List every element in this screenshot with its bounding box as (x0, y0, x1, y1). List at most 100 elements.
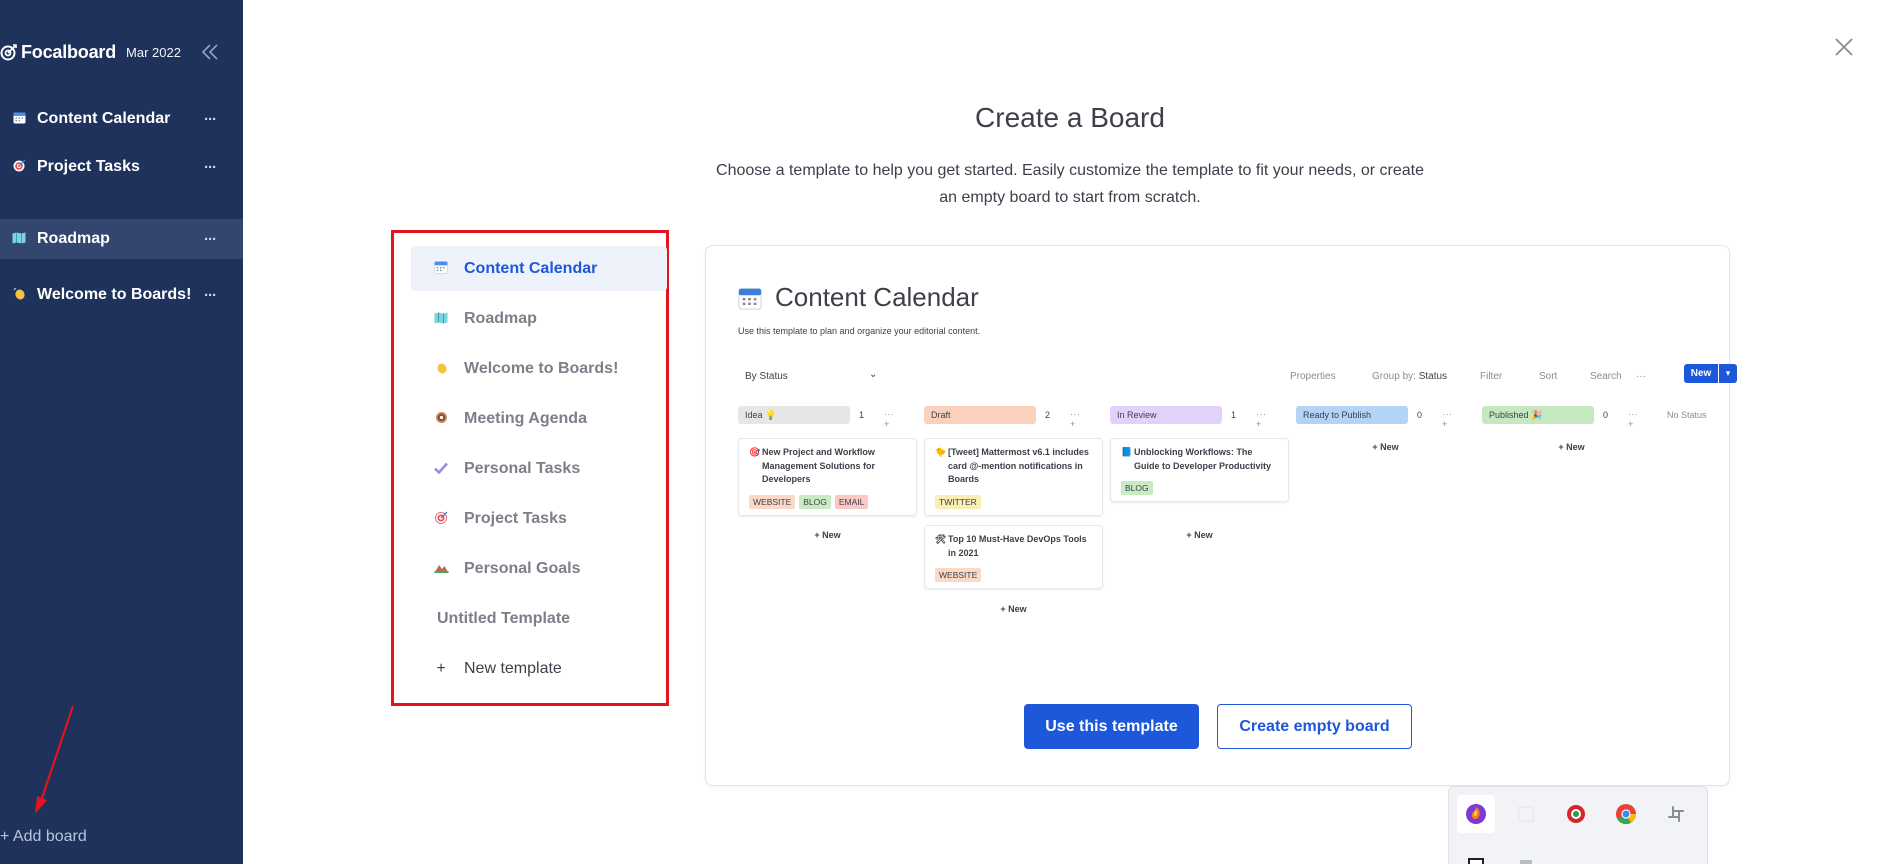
template-item-roadmap[interactable]: Roadmap (411, 296, 667, 341)
column-options-icon[interactable]: ··· + (1070, 409, 1081, 429)
template-label: Personal Tasks (464, 459, 581, 477)
chrome-icon[interactable] (1607, 795, 1645, 833)
properties-button[interactable]: Properties (1290, 371, 1336, 382)
plus-icon: + (436, 659, 446, 677)
tag: TWITTER (935, 494, 981, 509)
column-options-icon[interactable]: ··· + (1628, 409, 1639, 429)
board-card[interactable]: 📘 Unblocking Workflows: The Guide to Deve… (1110, 438, 1289, 502)
card-tags: WEBSITE BLOG EMAIL (749, 494, 908, 509)
firefox-icon[interactable] (1457, 795, 1495, 833)
column-options-icon[interactable]: ··· + (1256, 409, 1267, 429)
slack-icon[interactable] (1657, 795, 1695, 833)
add-card-button[interactable]: + New (1296, 442, 1475, 452)
mountain-icon (432, 561, 450, 577)
calendar-icon (432, 260, 450, 277)
template-item-project-tasks[interactable]: Project Tasks (411, 496, 667, 541)
board-card[interactable]: 🐤 [Tweet] Mattermost v6.1 includes card @… (924, 438, 1103, 516)
blank-icon[interactable] (1507, 795, 1545, 833)
tag: EMAIL (834, 494, 869, 509)
board-card[interactable]: 🎯 New Project and Workflow Management Sol… (738, 438, 917, 516)
template-item-content-calendar[interactable]: Content Calendar (411, 246, 667, 291)
app-version: Mar 2022 (126, 44, 181, 60)
column-count: 1 (1231, 410, 1237, 420)
notion-icon[interactable] (1457, 847, 1495, 864)
sort-button[interactable]: Sort (1539, 371, 1557, 382)
filter-button[interactable]: Filter (1480, 371, 1502, 382)
column-label[interactable]: Idea 💡 (738, 406, 850, 424)
view-selector[interactable]: By Status (745, 371, 788, 382)
preview-description: Use this template to plan and organize y… (738, 326, 981, 336)
chevron-down-icon[interactable]: ⌄ (869, 369, 877, 380)
preview-title: Content Calendar (775, 282, 979, 312)
taskbar-tray-popup (1448, 786, 1708, 864)
card-title: Unblocking Workflows: The Guide to Devel… (1134, 447, 1272, 471)
column-label[interactable]: Ready to Publish (1296, 406, 1408, 424)
checkmark-icon (432, 461, 450, 477)
tag: BLOG (799, 494, 831, 509)
add-card-button[interactable]: + New (738, 530, 917, 540)
use-template-button[interactable]: Use this template (1024, 704, 1199, 749)
template-label: Welcome to Boards! (464, 359, 619, 377)
map-icon (11, 232, 27, 247)
card-title-row: 🎯 New Project and Workflow Management Sol… (749, 446, 908, 487)
template-item-welcome[interactable]: Welcome to Boards! (411, 346, 667, 391)
column-label[interactable]: Published 🎉 (1482, 406, 1594, 424)
more-options-icon[interactable]: ··· (1636, 371, 1646, 382)
page-subtitle: Choose a template to help you get starte… (716, 162, 1424, 206)
search-button[interactable]: Search (1590, 371, 1622, 382)
card-tags: BLOG (1121, 481, 1280, 495)
app-icon[interactable] (1507, 847, 1545, 864)
new-template-button[interactable]: + New template (411, 646, 667, 691)
template-list: Content Calendar Roadmap Welcome to Boar… (391, 230, 669, 706)
add-card-button[interactable]: + New (1482, 442, 1661, 452)
collapse-sidebar-icon[interactable] (200, 42, 224, 66)
column-count: 0 (1417, 410, 1423, 420)
tag: BLOG (1121, 481, 1153, 495)
template-label: Roadmap (464, 309, 537, 327)
antivirus-icon[interactable] (1557, 795, 1595, 833)
column-options-icon[interactable]: ··· + (1442, 409, 1453, 429)
preview-toolbar: By Status ⌄ Properties Group by: Status … (738, 364, 1737, 388)
add-card-button[interactable]: + New (924, 604, 1103, 614)
waving-hand-icon (432, 361, 450, 377)
add-card-button[interactable]: + New (1110, 530, 1289, 540)
column-label[interactable]: In Review (1110, 406, 1222, 424)
create-empty-board-button[interactable]: Create empty board (1217, 704, 1412, 749)
sidebar-item-label: Roadmap (37, 230, 110, 247)
template-item-meeting-agenda[interactable]: Meeting Agenda (411, 396, 667, 441)
card-title-row: 🐤 [Tweet] Mattermost v6.1 includes card @… (935, 446, 1094, 487)
column-options-icon[interactable]: ··· + (884, 409, 895, 429)
board-card[interactable]: 🛠 Top 10 Must-Have DevOps Tools in 2021 W… (924, 525, 1103, 589)
no-status-label: No Status (1667, 410, 1707, 420)
sidebar-item-label: Project Tasks (37, 158, 140, 175)
card-tags: WEBSITE (935, 568, 1094, 582)
focalboard-logo-icon (0, 44, 17, 61)
sidebar-item-project-tasks[interactable]: Project Tasks ··· (0, 147, 243, 187)
more-options-icon[interactable]: ··· (204, 231, 217, 248)
column-count: 1 (859, 410, 865, 420)
card-title: [Tweet] Mattermost v6.1 includes card @-… (948, 447, 1089, 484)
more-options-icon[interactable]: ··· (204, 287, 217, 304)
add-board-button[interactable]: + Add board (0, 828, 87, 846)
column-label[interactable]: Draft (924, 406, 1036, 424)
logo: Focalboard Mar 2022 (0, 40, 181, 64)
chevron-down-icon[interactable]: ▾ (1719, 364, 1737, 383)
sidebar-item-welcome[interactable]: Welcome to Boards! ··· (0, 275, 243, 315)
new-card-button[interactable]: New (1684, 364, 1718, 383)
bird-icon: 🐤 (935, 447, 947, 457)
group-by-label: Group by: (1372, 371, 1416, 382)
target-icon (432, 511, 450, 527)
template-item-untitled[interactable]: Untitled Template (411, 596, 667, 641)
annotation-arrow-icon (35, 705, 75, 814)
template-item-personal-goals[interactable]: Personal Goals (411, 546, 667, 591)
column-count: 2 (1045, 410, 1051, 420)
page-title: Create a Board (975, 102, 1165, 133)
tag: WEBSITE (749, 494, 796, 509)
more-options-icon[interactable]: ··· (204, 159, 217, 176)
tag: WEBSITE (935, 568, 982, 582)
sidebar-item-roadmap[interactable]: Roadmap ··· (0, 219, 243, 259)
group-by-button[interactable]: Group by: Status (1372, 371, 1447, 382)
template-item-personal-tasks[interactable]: Personal Tasks (411, 446, 667, 491)
group-by-value: Status (1418, 371, 1448, 382)
close-icon[interactable] (1833, 36, 1855, 58)
